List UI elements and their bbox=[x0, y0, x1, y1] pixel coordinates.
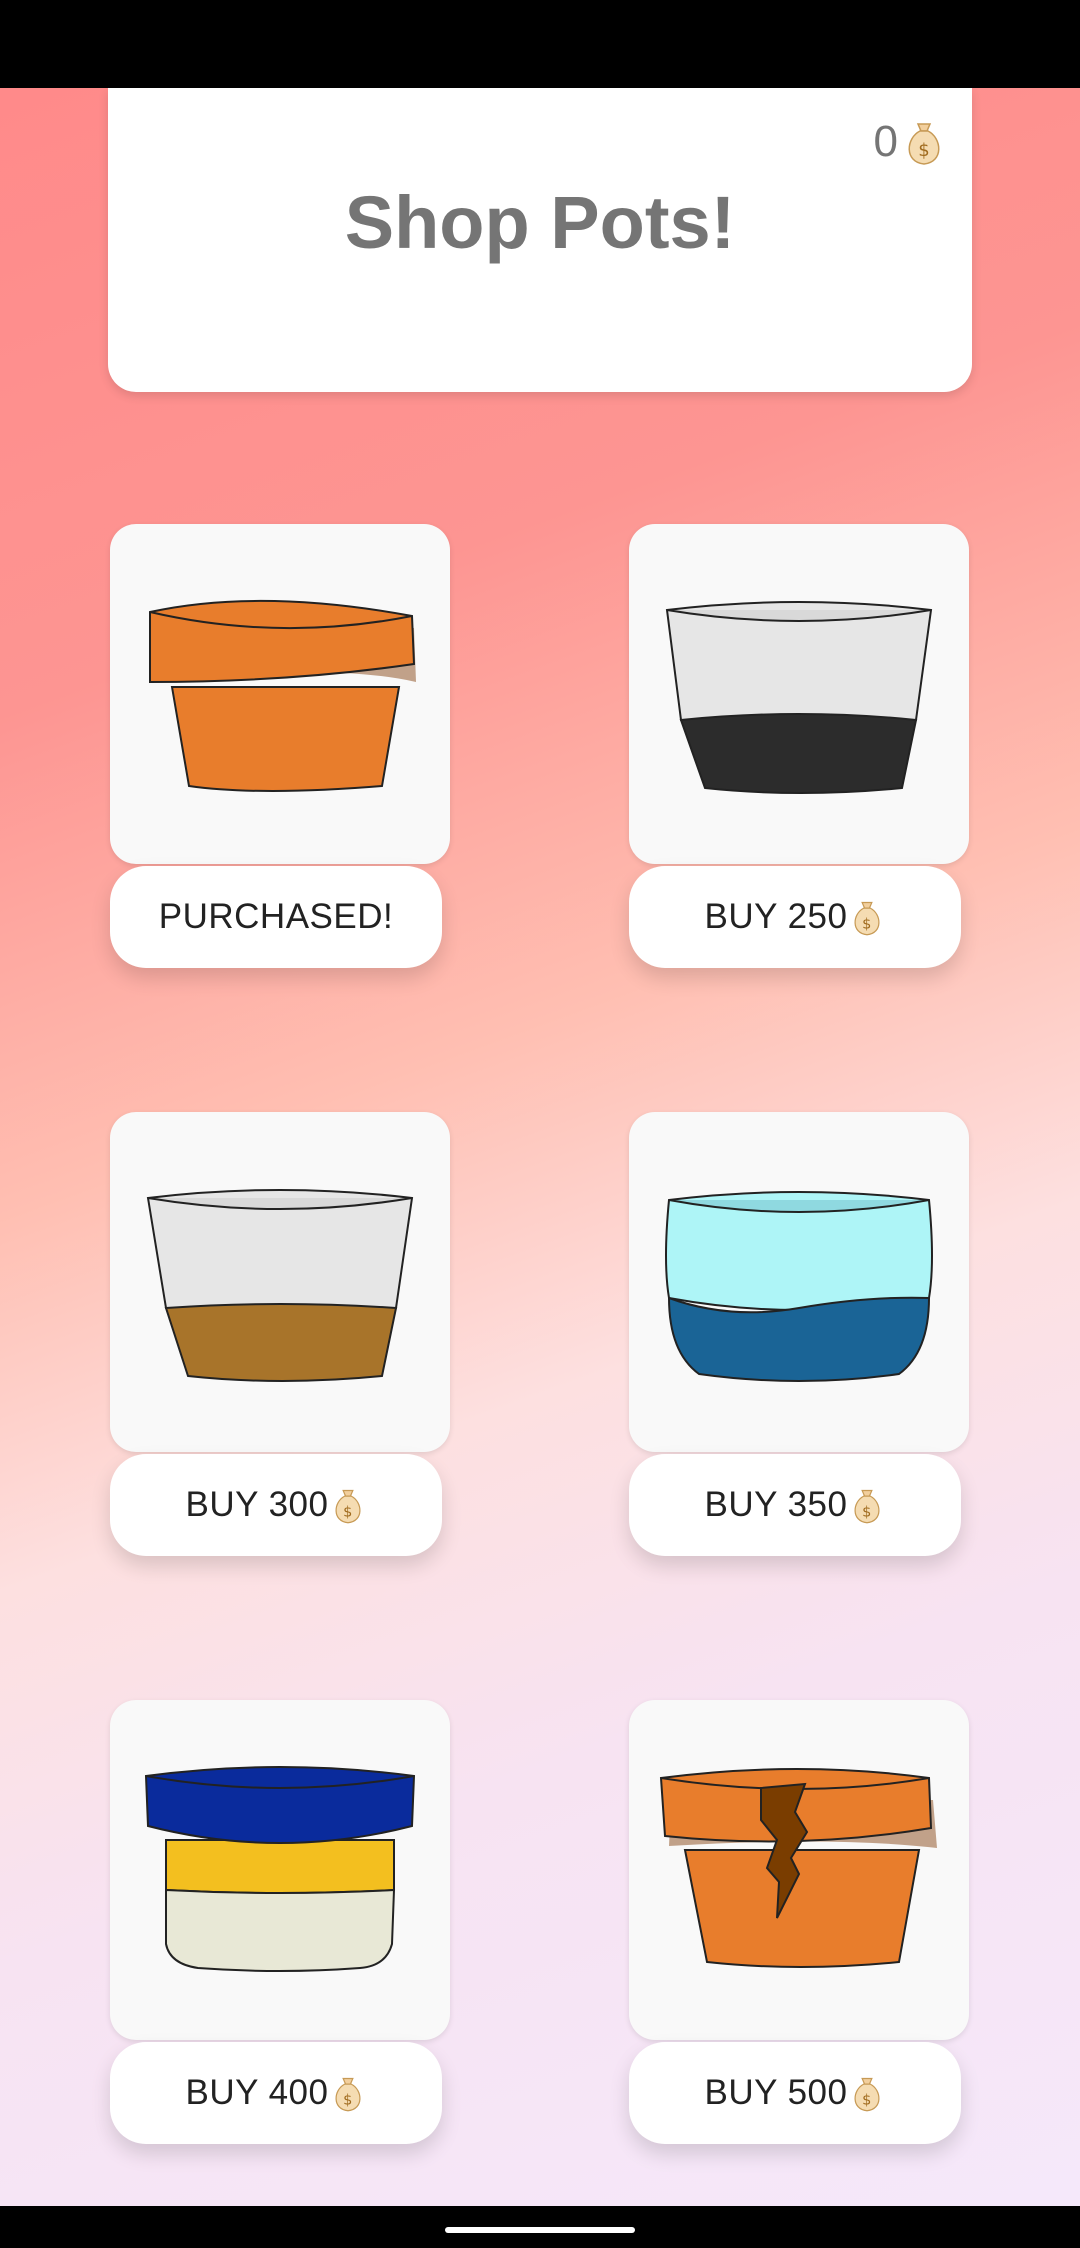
buy-500-button[interactable]: BUY 500 $ bbox=[629, 2042, 961, 2144]
pot-card-2[interactable] bbox=[629, 524, 969, 864]
buy-350-button[interactable]: BUY 350 $ bbox=[629, 1454, 961, 1556]
status-bar bbox=[0, 0, 1080, 88]
home-gesture-handle[interactable] bbox=[445, 2227, 635, 2233]
cracked-orange-pot-icon bbox=[659, 1768, 937, 1968]
button-label: PURCHASED! bbox=[158, 897, 394, 936]
button-label: BUY 250 bbox=[704, 897, 848, 936]
orange-terracotta-pot-icon bbox=[149, 599, 416, 792]
coin-counter: 0 $ bbox=[874, 116, 946, 168]
button-label: BUY 500 bbox=[704, 2073, 848, 2112]
money-bag-icon: $ bbox=[849, 896, 885, 938]
white-brown-pot-icon bbox=[146, 1189, 414, 1382]
buy-250-button[interactable]: BUY 250 $ bbox=[629, 866, 961, 968]
pot-card-6[interactable] bbox=[629, 1700, 969, 2040]
button-label: BUY 350 bbox=[704, 1485, 848, 1524]
svg-text:$: $ bbox=[863, 916, 873, 932]
button-label: BUY 400 bbox=[185, 2073, 329, 2112]
blue-yellow-cream-pot-icon bbox=[144, 1766, 416, 1972]
pot-card-3[interactable] bbox=[110, 1112, 450, 1452]
pot-card-1[interactable] bbox=[110, 524, 450, 864]
money-bag-icon: $ bbox=[902, 116, 946, 168]
svg-text:$: $ bbox=[344, 1504, 354, 1520]
svg-text:$: $ bbox=[863, 1504, 873, 1520]
cyan-blue-pot-icon bbox=[665, 1191, 933, 1382]
money-bag-icon: $ bbox=[849, 2072, 885, 2114]
pot-card-4[interactable] bbox=[629, 1112, 969, 1452]
white-black-pot-icon bbox=[665, 601, 933, 794]
button-label: BUY 300 bbox=[185, 1485, 329, 1524]
money-bag-icon: $ bbox=[330, 1484, 366, 1526]
purchased-button[interactable]: PURCHASED! bbox=[110, 866, 442, 968]
coin-count: 0 bbox=[873, 117, 898, 166]
buy-300-button[interactable]: BUY 300 $ bbox=[110, 1454, 442, 1556]
buy-400-button[interactable]: BUY 400 $ bbox=[110, 2042, 442, 2144]
pot-card-5[interactable] bbox=[110, 1700, 450, 2040]
page-title: Shop Pots! bbox=[344, 181, 736, 264]
svg-text:$: $ bbox=[863, 2092, 873, 2108]
svg-text:$: $ bbox=[918, 140, 929, 161]
shop-header-card: 0 $ Shop Pots! bbox=[108, 88, 972, 392]
svg-text:$: $ bbox=[344, 2092, 354, 2108]
navigation-bar bbox=[0, 2206, 1080, 2248]
money-bag-icon: $ bbox=[330, 2072, 366, 2114]
money-bag-icon: $ bbox=[849, 1484, 885, 1526]
